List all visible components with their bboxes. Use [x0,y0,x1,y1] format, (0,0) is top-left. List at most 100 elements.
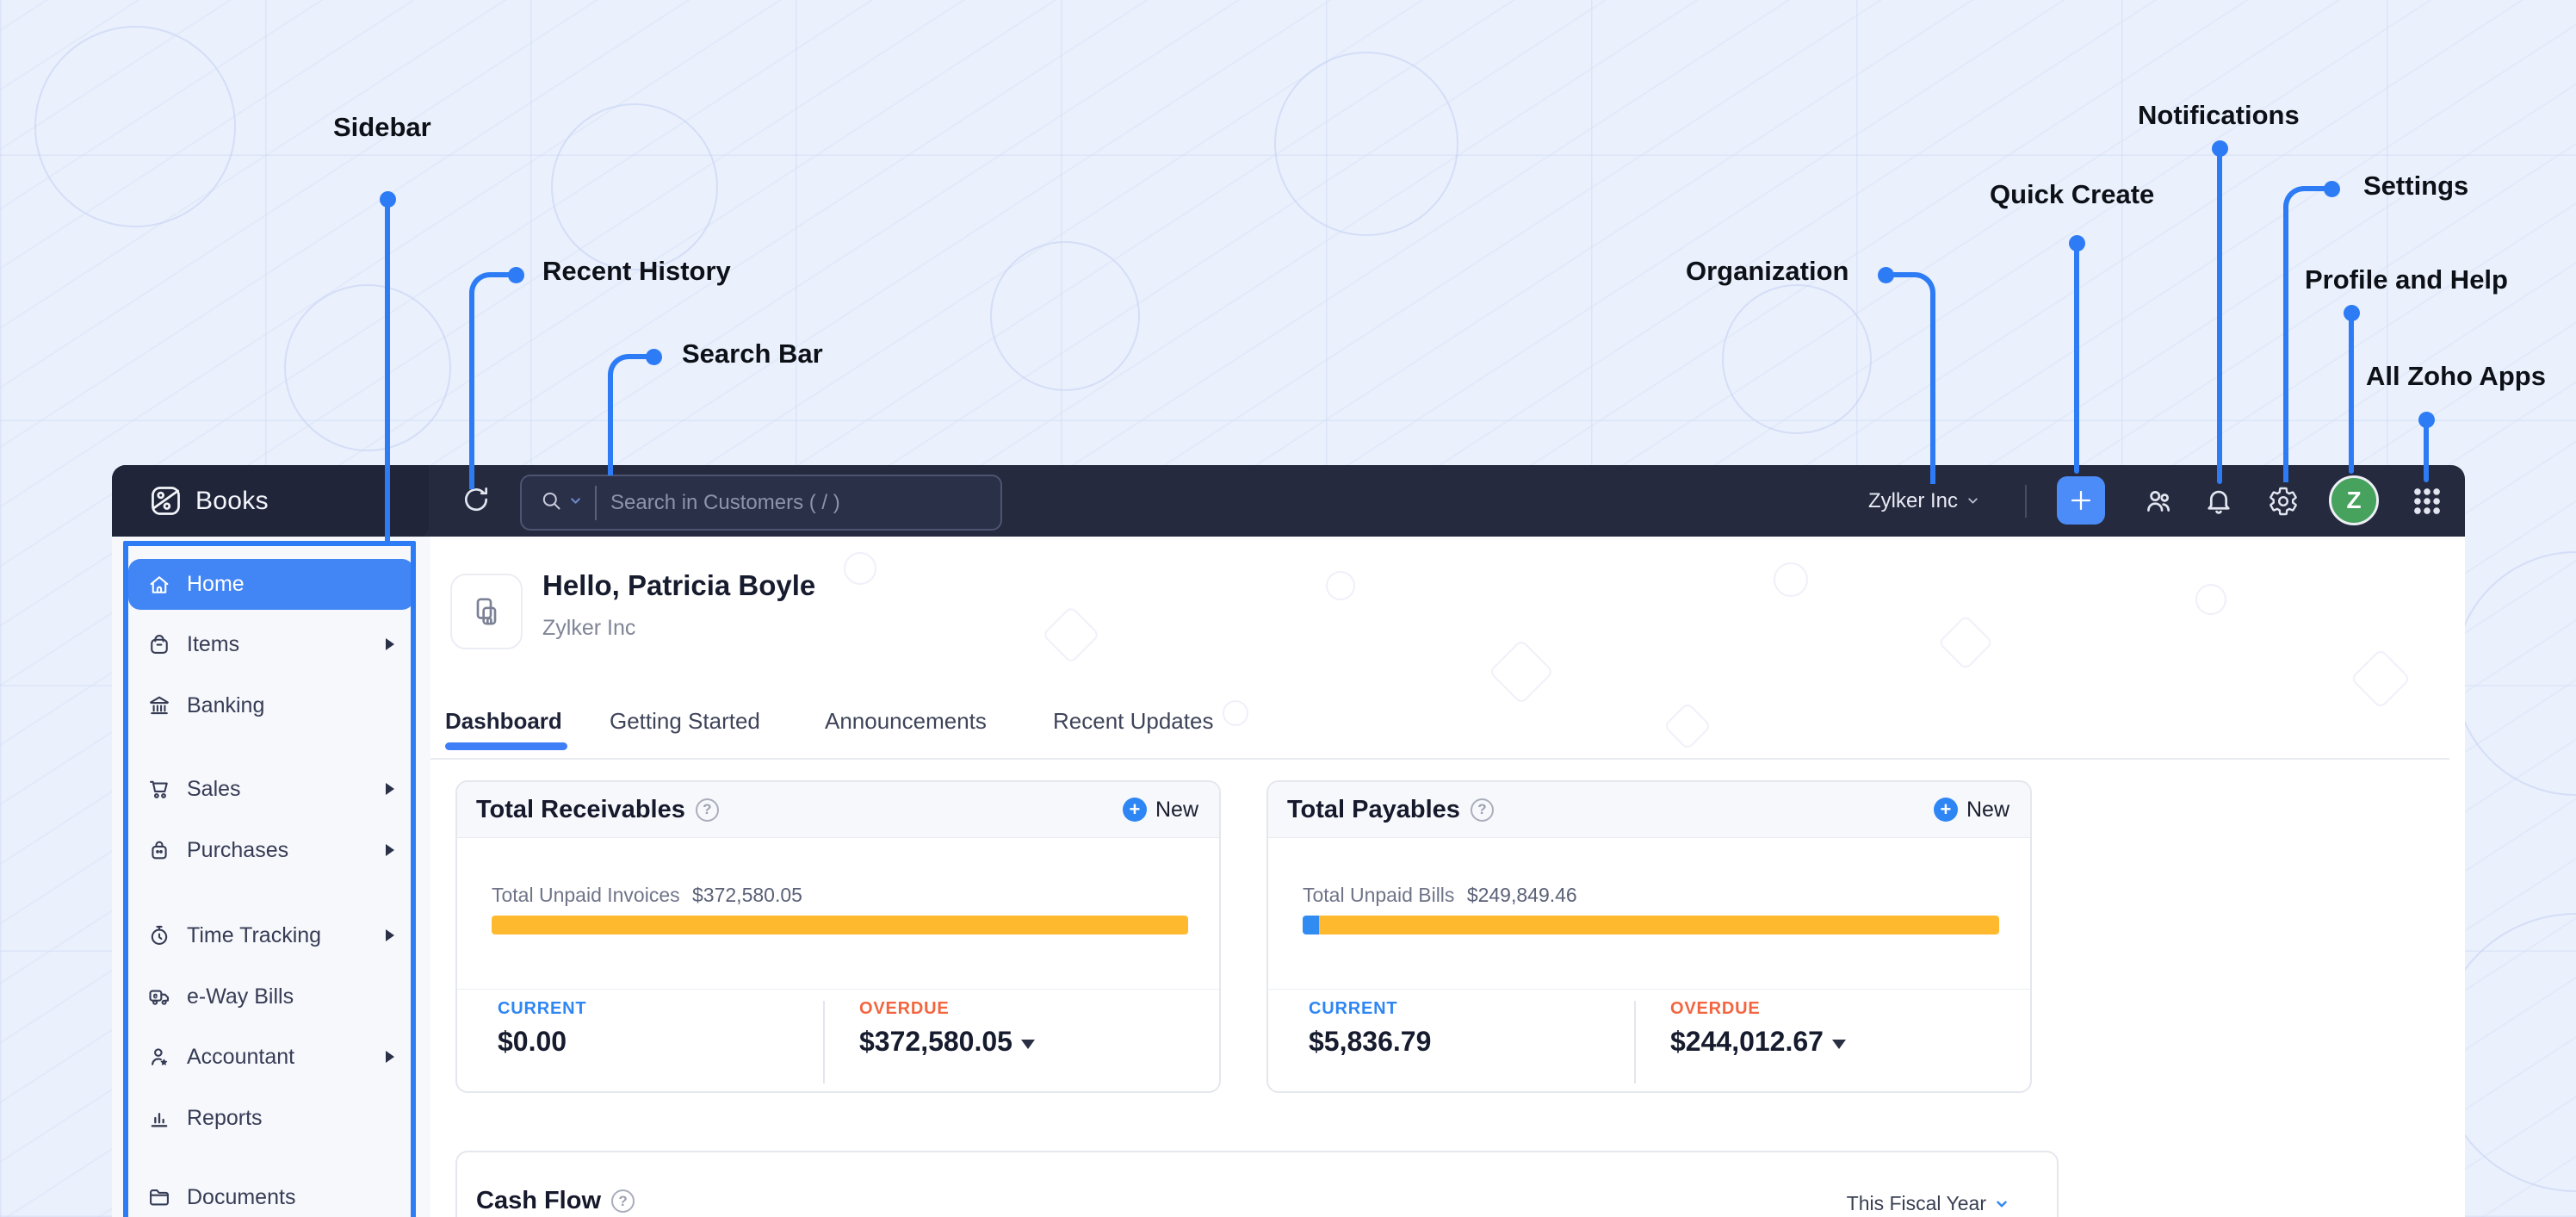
card-header: Total Receivables ? + New [457,782,1219,838]
help-icon[interactable]: ? [611,1189,635,1213]
callout-line [2349,317,2354,474]
payables-progress-bar [1303,916,1999,934]
annotation-organization: Organization [1686,256,1849,286]
bg-decor-circle [1274,52,1458,236]
callout-line [2424,424,2429,482]
callout-dot [2418,412,2435,428]
tab-getting-started[interactable]: Getting Started [610,708,760,735]
unpaid-summary: Total Unpaid Bills $249,849.46 [1303,884,1577,906]
annotation-all-zoho-apps: All Zoho Apps [2366,361,2546,391]
doodle-shape [2195,584,2226,615]
sidebar-highlight-box [123,541,416,1217]
callout-line [2283,186,2331,482]
caret-down-icon [1020,1040,1035,1049]
card-title: Total Receivables [476,795,685,823]
callout-dot [1878,267,1894,283]
profile-avatar[interactable]: Z [2329,475,2379,525]
navbar-divider [2025,485,2027,518]
tab-recent-updates[interactable]: Recent Updates [1053,708,1213,735]
referrals-button[interactable] [2141,484,2176,518]
callout-dot [2212,140,2228,157]
fiscal-year-dropdown[interactable]: This Fiscal Year [1847,1192,2009,1215]
active-tab-indicator [445,742,567,750]
column-divider [823,1001,825,1084]
books-logo[interactable]: Books [148,483,269,518]
bg-decor-circle [284,284,451,451]
plus-icon: + [1933,798,1958,822]
callout-line [385,203,390,544]
unpaid-amount: $249,849.46 [1466,884,1577,906]
bell-icon [2208,490,2230,514]
app-name: Books [195,486,269,515]
quick-create-button[interactable] [2057,476,2105,525]
bg-decor-circle [1722,284,1872,434]
callout-dot [2069,235,2085,251]
card-title: Total Payables [1287,795,1460,823]
bg-decor-circle [551,103,718,270]
doodle-shape [1663,701,1712,751]
bg-decor-circle [990,241,1140,391]
main-content: Hello, Patricia Boyle Zylker Inc Dashboa… [430,537,2449,1217]
annotation-search-bar: Search Bar [682,338,823,369]
card-header: Total Payables ? + New [1268,782,2030,838]
search-icon [540,489,563,517]
overdue-value-dropdown[interactable]: $244,012.67 [1670,1026,1846,1058]
search-input[interactable]: Search in Customers ( / ) [610,491,840,515]
total-payables-card: Total Payables ? + New Total Unpaid Bill… [1266,780,2032,1093]
callout-line [1886,272,1935,484]
current-value: $5,836.79 [1309,1026,1432,1057]
tab-dashboard[interactable]: Dashboard [445,708,562,735]
plus-icon [2071,490,2091,511]
column-divider [1634,1001,1636,1084]
screenshot-stage: Books Search in Customers ( / ) Zylker I… [0,0,2576,1217]
cash-flow-card: Cash Flow ? This Fiscal Year [455,1151,2059,1217]
help-icon[interactable]: ? [1470,798,1494,822]
total-receivables-card: Total Receivables ? + New Total Unpaid I… [455,780,1221,1093]
unpaid-amount: $372,580.05 [692,884,802,906]
doodle-shape [1488,638,1555,705]
grid-apps-icon [2414,488,2440,514]
help-icon[interactable]: ? [695,798,719,822]
bg-decor-circle [2454,551,2576,796]
cash-flow-title: Cash Flow [476,1187,602,1214]
callout-dot [2324,181,2340,197]
overdue-value-dropdown[interactable]: $372,580.05 [859,1026,1035,1058]
callout-dot [380,191,396,208]
notifications-button[interactable] [2201,484,2236,518]
overdue-label: OVERDUE [859,999,950,1018]
card-divider [1268,989,2030,990]
global-search-bar[interactable]: Search in Customers ( / ) [520,475,1002,531]
new-invoice-button[interactable]: + New [1122,798,1198,823]
current-label: CURRENT [1309,999,1398,1018]
doodle-shape [1042,605,1100,664]
gear-icon [2269,487,2297,516]
organization-logo-card [450,574,523,649]
tab-announcements[interactable]: Announcements [825,708,987,735]
doodle-shape [2350,648,2412,710]
organization-name: Zylker Inc [1868,488,1959,512]
users-icon [2147,491,2170,512]
annotation-quick-create: Quick Create [1990,179,2155,209]
callout-line [2074,247,2079,474]
greeting-company: Zylker Inc [542,616,636,640]
books-logo-icon [152,487,180,515]
document-icon [476,598,497,625]
overdue-bar-segment [492,916,1188,934]
settings-button[interactable] [2266,484,2300,518]
doodle-shape [1223,700,1248,726]
callout-line [608,354,653,475]
doodle-shape [1774,562,1808,597]
callout-line [2217,152,2222,484]
greeting-title: Hello, Patricia Boyle [542,569,816,601]
chevron-down-icon [1997,1201,2007,1207]
overdue-bar-segment [1319,916,1999,934]
bg-decor-circle [34,26,236,227]
search-scope-chevron-icon[interactable] [568,494,583,512]
current-bar-segment [1303,916,1320,934]
new-bill-button[interactable]: + New [1933,798,2009,823]
caret-down-icon [1831,1040,1846,1049]
avatar-letter: Z [2346,487,2362,513]
all-zoho-apps-button[interactable] [2410,484,2444,518]
annotation-profile-help: Profile and Help [2305,264,2508,295]
plus-icon: + [1122,798,1147,822]
